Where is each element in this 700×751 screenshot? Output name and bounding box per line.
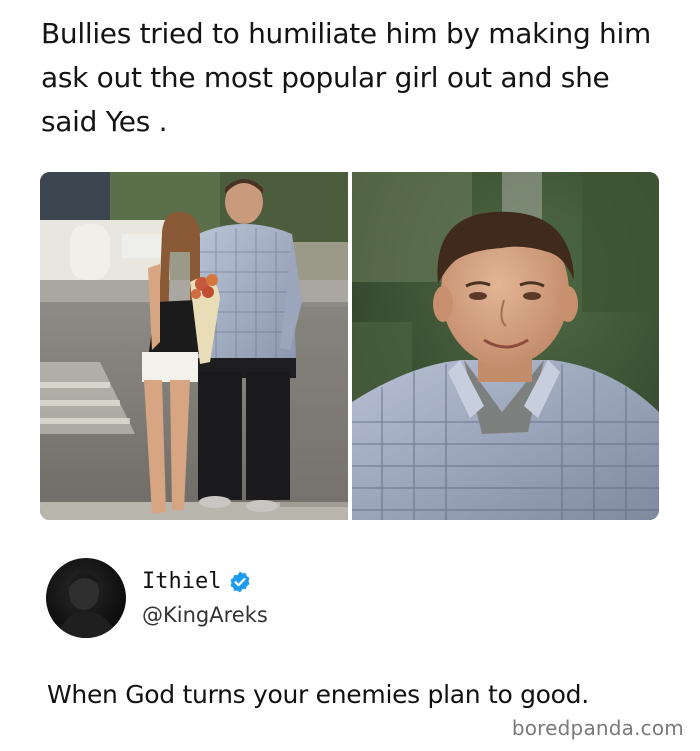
watermark: boredpanda.com — [511, 716, 684, 740]
post-headline: Bullies tried to humiliate him by making… — [41, 17, 651, 138]
tweet-text: When God turns your enemies plan to good… — [47, 680, 589, 709]
portrait-photo-illustration — [352, 172, 659, 520]
tweet-author[interactable]: Ithiel @KingAreks — [46, 556, 268, 640]
couple-photo-illustration — [40, 172, 348, 520]
portrait-photo[interactable] — [352, 172, 659, 520]
author-handle[interactable]: @KingAreks — [142, 602, 268, 628]
avatar-image — [56, 573, 118, 638]
verified-check-icon — [228, 570, 252, 594]
couple-photo[interactable] — [40, 172, 348, 520]
avatar[interactable] — [46, 558, 126, 638]
author-display-name[interactable]: Ithiel — [142, 568, 221, 596]
